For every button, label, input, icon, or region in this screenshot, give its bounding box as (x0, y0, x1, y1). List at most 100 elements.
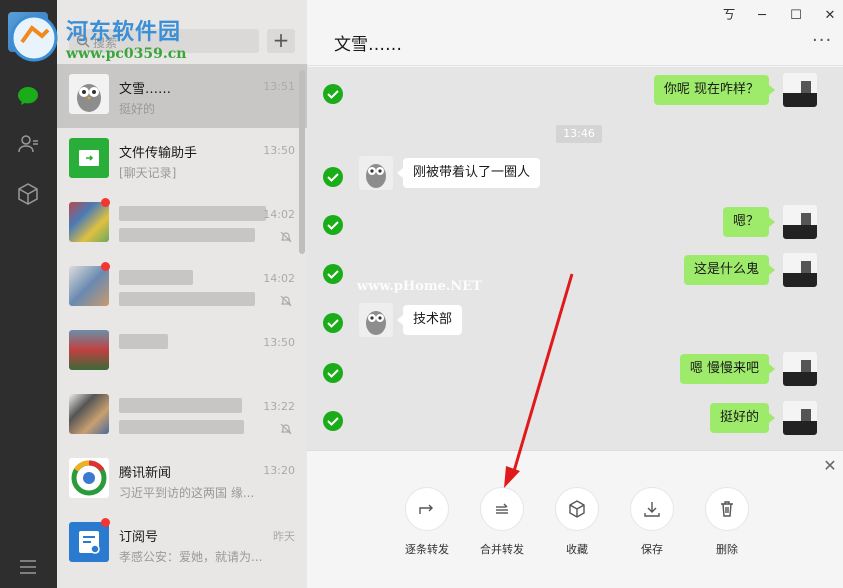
delete-button[interactable]: 删除 (697, 487, 757, 557)
conversation-time: 14:02 (263, 272, 295, 285)
selected-check-icon[interactable] (323, 84, 343, 104)
watermark-url: www.pc0359.cn (66, 46, 187, 62)
action-label: 删除 (716, 543, 738, 556)
chat-icon[interactable] (14, 82, 42, 110)
conversation-preview: [聊天记录] (119, 166, 177, 180)
message-bubble[interactable]: 嗯 慢慢来吧 (679, 354, 776, 384)
merge-forward-icon (496, 503, 508, 514)
message-bubble[interactable]: 技术部 (396, 305, 463, 335)
avatar (783, 205, 817, 239)
time-separator: 13:46 (556, 125, 602, 143)
message-bubble[interactable]: 嗯？ (722, 207, 776, 237)
list-item[interactable]: ■■■■■■ ■■■■■■■■■■■■ 14:02 (57, 256, 307, 320)
merge-forward-button[interactable]: 合并转发 (472, 487, 532, 557)
action-label: 保存 (641, 543, 663, 556)
selected-check-icon[interactable] (323, 363, 343, 383)
conversation-name: ■■■■■■■■■■■■ (119, 206, 267, 221)
list-item[interactable]: 腾讯新闻 习近平到访的这两国 缘... 13:20 (57, 448, 307, 512)
watermark-site-name: 河东软件园 (66, 20, 182, 45)
conversation-preview: 孝感公安：爱她，就请为... (119, 550, 263, 564)
mute-icon (280, 231, 292, 243)
action-label: 收藏 (566, 543, 588, 556)
pin-button[interactable]: ㄎ (719, 6, 739, 26)
avatar (783, 352, 817, 386)
unread-dot (101, 198, 110, 207)
chat-title: 文雪…… (334, 35, 402, 55)
selected-check-icon[interactable] (323, 167, 343, 187)
menu-icon[interactable] (14, 553, 42, 581)
list-item[interactable]: ■■■■■■■■■■ ■■■■■■■■■■■ 13:22 (57, 384, 307, 448)
trash-icon (721, 501, 733, 517)
conversation-time: 13:51 (263, 80, 295, 93)
action-label: 逐条转发 (405, 543, 449, 556)
selected-check-icon[interactable] (323, 313, 343, 333)
avatar (783, 401, 817, 435)
list-item[interactable]: 文雪…… 挺好的 13:51 (57, 64, 307, 128)
conversation-preview: ■■■■■■■■■■■■ (119, 292, 256, 306)
conversation-time: 昨天 (273, 530, 295, 543)
list-item[interactable]: 订阅号 孝感公安：爱她，就请为... 昨天 (57, 512, 307, 576)
more-button[interactable]: ··· (812, 30, 832, 51)
conversation-time: 13:50 (263, 144, 295, 157)
owl-avatar (359, 303, 393, 337)
list-item[interactable]: ■■■■■■■■■■■■ ■■■■■■■■■■■■ 14:02 (57, 192, 307, 256)
avatar (783, 253, 817, 287)
conversation-preview: ■■■■■■■■■■■■ (119, 228, 256, 242)
conversation-preview: 习近平到访的这两国 缘... (119, 486, 255, 500)
conversation-preview: ■■■■■■■■■■■ (119, 420, 244, 434)
message-bubble[interactable]: 你呢 现在咋样？ (653, 75, 776, 105)
maximize-button[interactable]: ☐ (786, 6, 806, 26)
watermark-logo (10, 14, 58, 62)
mute-icon (280, 423, 292, 435)
conversation-time: 13:50 (263, 336, 295, 349)
unread-dot (101, 518, 110, 527)
download-icon (644, 502, 660, 517)
tencent-news-icon (69, 458, 109, 498)
conversation-name: ■■■■ (119, 334, 169, 349)
favorites-cube-icon[interactable] (14, 180, 42, 208)
conversation-name: ■■■■■■■■■■ (119, 398, 242, 413)
forward-icon (419, 504, 433, 514)
owl-avatar (69, 74, 109, 114)
close-icon[interactable]: ✕ (822, 458, 838, 474)
selected-check-icon[interactable] (323, 215, 343, 235)
conversation-time: 14:02 (263, 208, 295, 221)
contacts-icon[interactable] (14, 130, 42, 158)
cube-icon (569, 500, 585, 518)
conversation-name: ■■■■■■ (119, 270, 193, 285)
group-avatar (69, 394, 109, 434)
action-label: 合并转发 (480, 543, 524, 556)
message-bubble[interactable]: 挺好的 (709, 403, 776, 433)
conversation-name: 文件传输助手 (119, 146, 198, 161)
watermark-text: www.pHome.NET (357, 279, 482, 294)
forward-one-by-one-button[interactable]: 逐条转发 (397, 487, 457, 557)
list-item[interactable]: 文件传输助手 [聊天记录] 13:50 (57, 128, 307, 192)
nav-bar (0, 0, 57, 588)
add-button[interactable]: + (267, 29, 295, 53)
selected-check-icon[interactable] (323, 411, 343, 431)
group-avatar (69, 202, 109, 242)
conversation-name: 订阅号 (119, 530, 159, 545)
group-avatar (69, 266, 109, 306)
unread-dot (101, 262, 110, 271)
favorite-button[interactable]: 收藏 (547, 487, 607, 557)
photo-avatar (69, 330, 109, 370)
file-transfer-icon (69, 138, 109, 178)
conversation-name: 腾讯新闻 (119, 466, 172, 481)
mute-icon (280, 295, 292, 307)
list-scrollbar[interactable] (299, 70, 305, 254)
message-bubble[interactable]: 这是什么鬼 (683, 255, 776, 285)
message-bubble[interactable]: 刚被带着认了一圈人 (396, 158, 541, 188)
avatar (783, 73, 817, 107)
list-item[interactable]: ■■■■ 13:50 (57, 320, 307, 384)
conversation-preview: 挺好的 (119, 102, 156, 116)
conversation-name: 文雪…… (119, 82, 172, 97)
conversation-time: 13:22 (263, 400, 295, 413)
minimize-button[interactable]: ─ (752, 6, 772, 26)
save-button[interactable]: 保存 (622, 487, 682, 557)
conversation-time: 13:20 (263, 464, 295, 477)
selected-check-icon[interactable] (323, 264, 343, 284)
owl-avatar (359, 156, 393, 190)
subscription-icon (69, 522, 109, 562)
close-button[interactable]: ✕ (820, 6, 840, 26)
